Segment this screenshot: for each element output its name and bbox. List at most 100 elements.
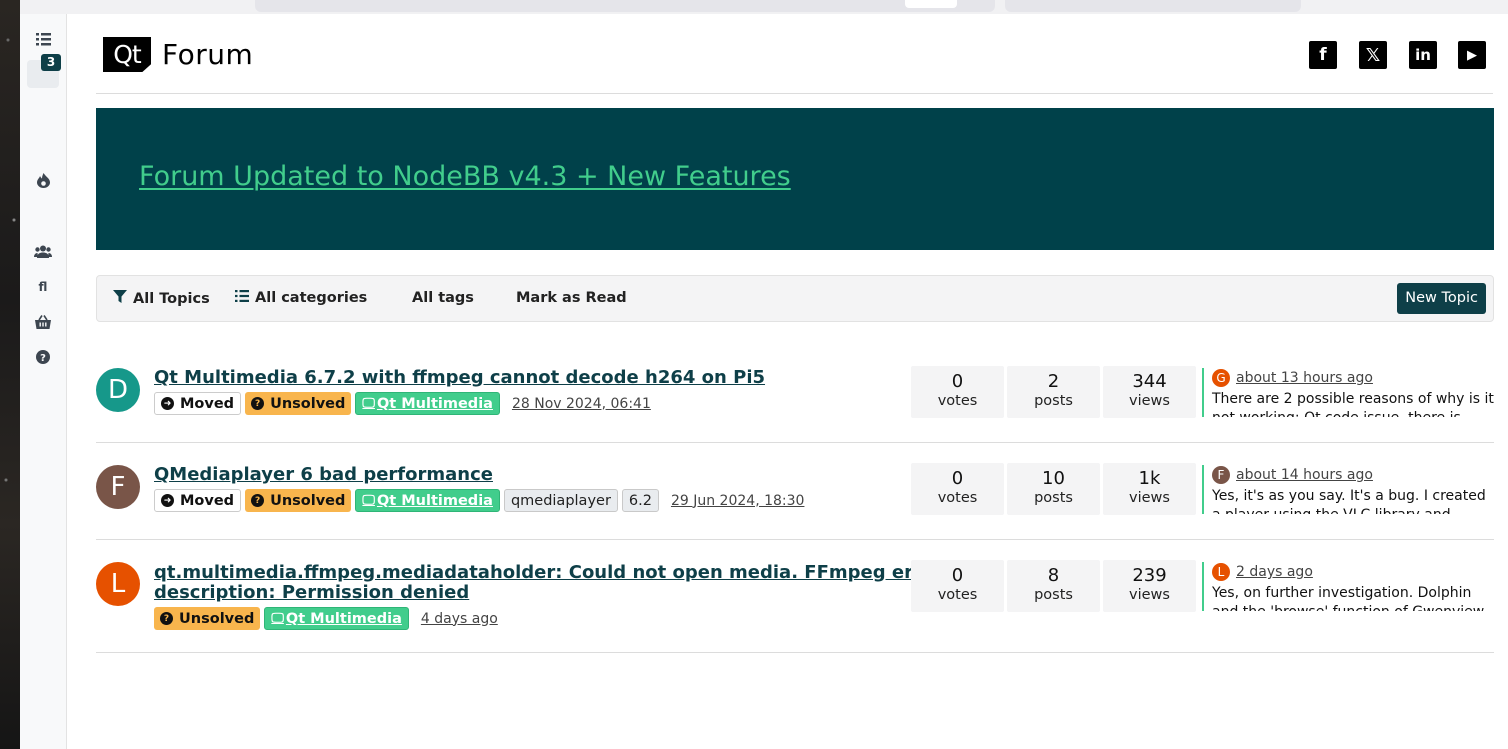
arrow-right-icon: ➜ [161,494,174,507]
category-label: Qt Multimedia [376,395,493,412]
views-label: views [1129,393,1170,409]
last-post-text: There are 2 possible reasons of why is i… [1212,391,1494,417]
all-categories-label: All categories [255,290,368,306]
all-categories-filter[interactable]: All categories [235,290,367,306]
posts-label: posts [1034,490,1073,506]
posts-stat: 8 posts [1007,560,1100,612]
help-icon[interactable]: ? [34,348,52,366]
unsolved-badge: ? Unsolved [245,489,352,512]
multimedia-icon: 🖵 [362,396,375,411]
votes-count: 0 [951,371,964,392]
views-count: 1k [1138,468,1161,489]
question-icon: ? [251,397,265,410]
qt-forum-logo[interactable]: Qt Forum [103,37,253,72]
forum-icon[interactable]: fl [34,278,52,296]
unsolved-label: Unsolved [270,395,346,412]
list-icon[interactable] [34,30,52,48]
all-tags-filter[interactable]: All tags [412,290,474,306]
last-post-time[interactable]: about 14 hours ago [1236,467,1373,483]
all-topics-label: All Topics [133,290,210,307]
url-bar[interactable] [255,0,995,12]
avatar[interactable]: F [96,465,140,509]
avatar[interactable]: F [1212,466,1230,484]
posts-stat: 2 posts [1007,366,1100,418]
views-stat: 239 views [1103,560,1196,612]
topic-title[interactable]: QMediaplayer 6 bad performance [154,465,493,485]
new-topic-button[interactable]: New Topic [1397,283,1486,314]
category-badge[interactable]: 🖵 Qt Multimedia [355,392,500,415]
browser-search-bar[interactable] [1005,0,1301,12]
topic-timestamp[interactable]: 28 Nov 2024, 06:41 [512,396,651,412]
moved-label: Moved [180,492,235,509]
all-topics-filter[interactable]: All Topics [113,290,210,307]
list-icon [235,290,249,306]
unsolved-label: Unsolved [179,610,255,627]
posts-stat: 10 posts [1007,463,1100,515]
topic-tags: ➜ Moved ? Unsolved 🖵 Qt Multimedia 28 Nov 2… [154,392,651,415]
votes-label: votes [937,393,978,409]
votes-label: votes [937,587,978,603]
topic-title-line-2: description: Permission denied [154,582,470,603]
topic-timestamp[interactable]: 4 days ago [421,611,498,627]
topic-timestamp[interactable]: 29 Jun 2024, 18:30 [671,493,804,509]
question-icon: ? [160,612,173,625]
moved-badge: ➜ Moved [154,489,242,512]
announcement-banner: Forum Updated to NodeBB v4.3 + New Featu… [96,108,1494,250]
basket-icon[interactable] [34,313,52,331]
votes-stat: 0 votes [911,463,1004,515]
topic-tags: ? Unsolved 🖵 Qt Multimedia 4 days ago [154,607,498,630]
filter-icon [113,290,127,307]
users-icon[interactable] [34,242,52,260]
announcement-link[interactable]: Forum Updated to NodeBB v4.3 + New Featu… [139,161,791,192]
votes-count: 0 [951,565,964,586]
multimedia-icon: 🖵 [362,493,375,508]
views-count: 344 [1132,371,1167,392]
linkedin-icon[interactable]: in [1409,41,1437,69]
x-icon[interactable]: 𝕏 [1359,41,1387,69]
last-post-time[interactable]: 2 days ago [1236,564,1313,580]
avatar[interactable]: D [96,368,140,412]
votes-stat: 0 votes [911,560,1004,612]
posts-label: posts [1034,393,1073,409]
fire-icon[interactable] [34,171,52,189]
mark-as-read-button[interactable]: Mark as Read [516,290,627,306]
zoom-indicator[interactable] [905,0,957,8]
category-label: Qt Multimedia [376,492,493,509]
avatar[interactable]: L [96,562,140,606]
votes-stat: 0 votes [911,366,1004,418]
last-post-text: Yes, on further investigation. Dolphin a… [1212,585,1484,611]
multimedia-icon: 🖵 [271,611,284,626]
views-label: views [1129,490,1170,506]
moved-label: Moved [180,395,235,412]
youtube-icon[interactable]: ▶ [1458,41,1486,69]
last-post-teaser: Fabout 14 hours ago Yes, it's as you say… [1202,465,1494,514]
category-badge[interactable]: 🖵 Qt Multimedia [264,607,409,630]
last-post-time[interactable]: about 13 hours ago [1236,370,1373,386]
unsolved-badge: ? Unsolved [245,392,352,415]
logo-text: Forum [162,38,254,71]
header-divider [96,93,1493,94]
unsolved-label: Unsolved [270,492,346,509]
views-stat: 344 views [1103,366,1196,418]
topic-title-line-1: qt.multimedia.ffmpeg.mediadataholder: Co… [154,562,944,583]
topic-title[interactable]: Qt Multimedia 6.7.2 with ffmpeg cannot d… [154,368,765,388]
category-badge[interactable]: 🖵 Qt Multimedia [355,489,500,512]
desktop-background [0,0,20,749]
topic-title[interactable]: qt.multimedia.ffmpeg.mediadataholder: Co… [154,563,943,603]
unread-count-badge: 3 [41,54,61,71]
posts-label: posts [1034,587,1073,603]
views-stat: 1k views [1103,463,1196,515]
avatar[interactable]: L [1212,563,1230,581]
tag-qmediaplayer[interactable]: qmediaplayer [503,489,618,512]
topic-divider [96,442,1494,443]
tag-version[interactable]: 6.2 [621,489,659,512]
avatar[interactable]: G [1212,369,1230,387]
views-count: 239 [1132,565,1167,586]
votes-label: votes [937,490,978,506]
category-label: Qt Multimedia [285,610,402,627]
topic-toolbar: All Topics All categories All tags Mark … [96,275,1494,322]
facebook-icon[interactable]: f [1309,41,1337,69]
posts-count: 10 [1042,468,1065,489]
moved-badge: ➜ Moved [154,392,242,415]
unsolved-badge: ? Unsolved [154,607,261,630]
